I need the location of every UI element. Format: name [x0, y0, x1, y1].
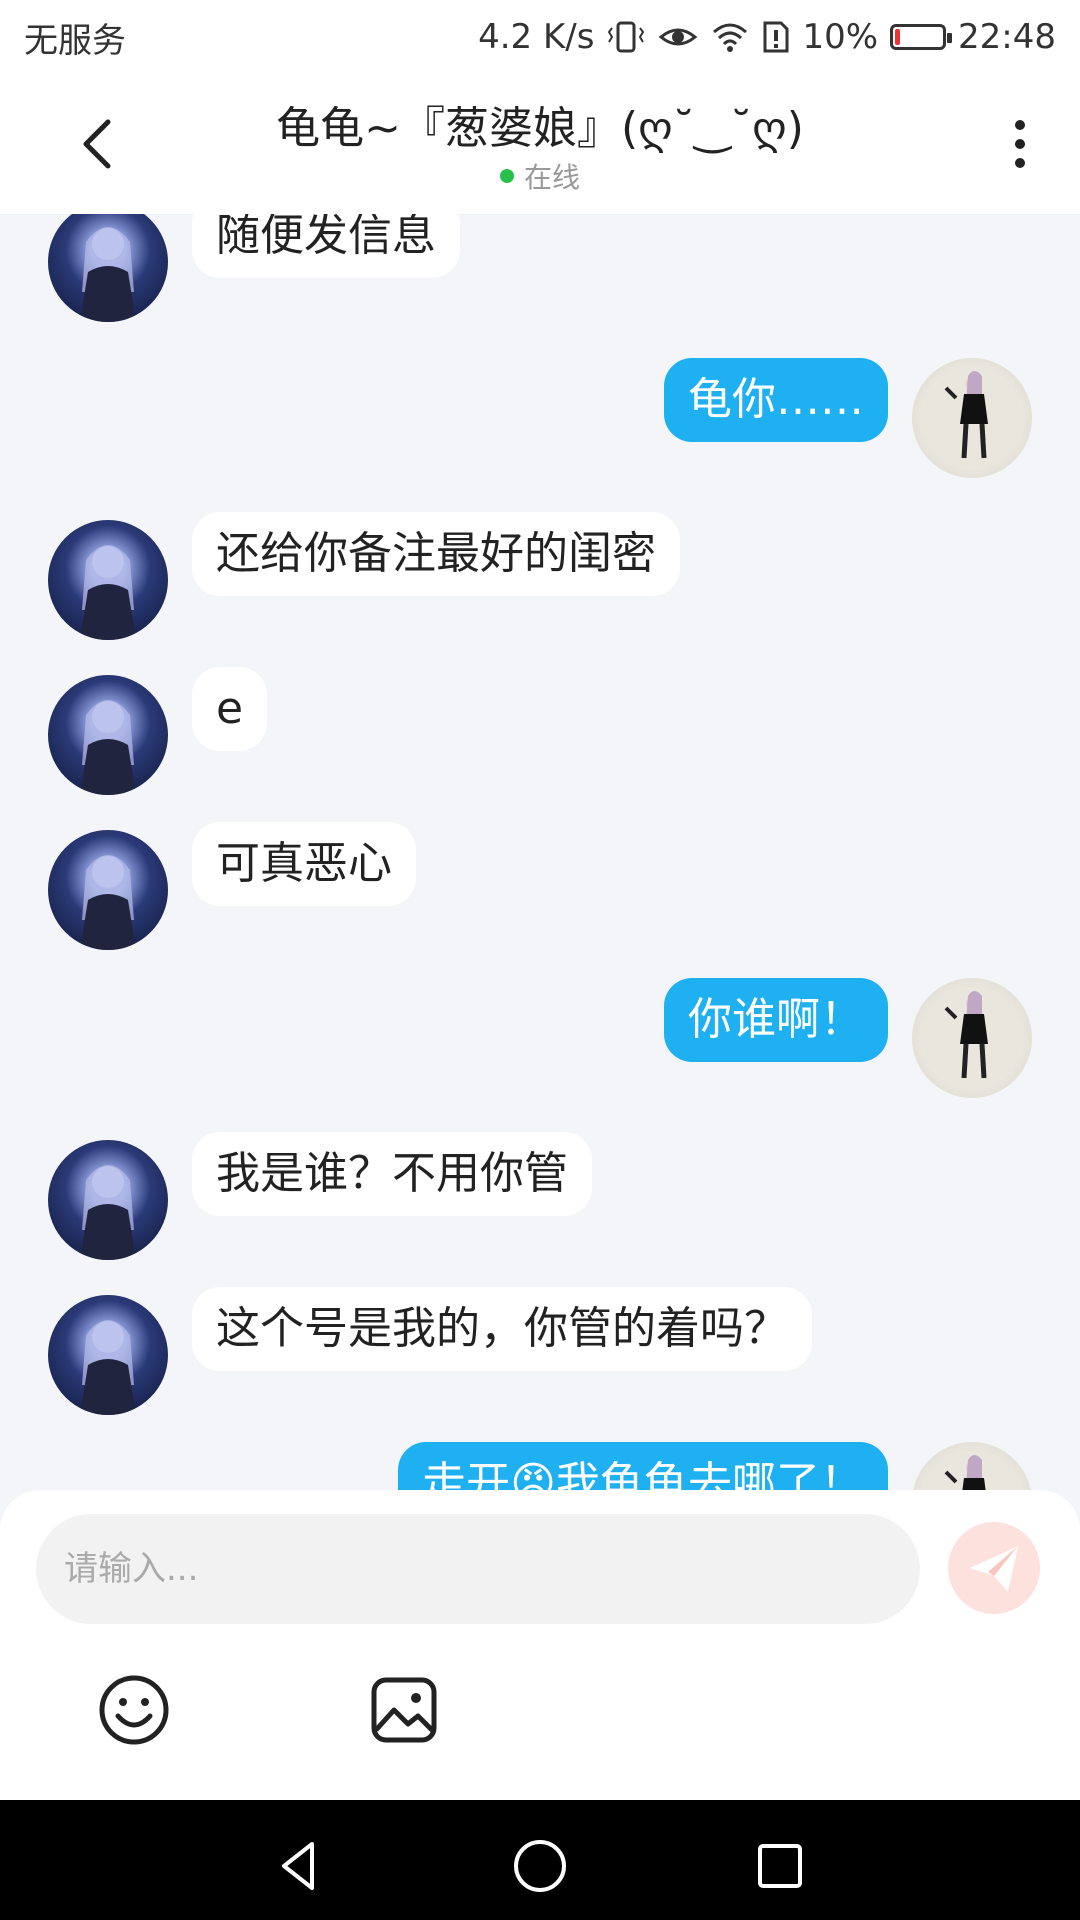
online-dot-icon — [499, 169, 514, 183]
nav-recents-button[interactable] — [750, 1836, 810, 1896]
contact-name: 龟龟~『葱婆娘』(ღ˘‿˘ღ) — [276, 103, 804, 154]
contact-avatar[interactable] — [48, 830, 168, 950]
more-options-button[interactable] — [990, 114, 1050, 174]
message-row: 龟你…… — [0, 358, 1080, 498]
online-status-label: 在线 — [523, 161, 580, 194]
contact-avatar[interactable] — [48, 520, 168, 640]
my-avatar[interactable] — [912, 978, 1032, 1098]
net-speed: 4.2 K/s — [478, 17, 595, 57]
message-bubble[interactable]: 你谁啊！ — [664, 978, 888, 1062]
message-bubble[interactable]: 还给你备注最好的闺密 — [192, 512, 680, 596]
contact-avatar[interactable] — [48, 675, 168, 795]
chat-header: 龟龟~『葱婆娘』(ღ˘‿˘ღ) 在线 — [0, 74, 1080, 215]
contact-avatar[interactable] — [48, 1295, 168, 1415]
nav-back-button[interactable] — [270, 1836, 330, 1896]
more-dot-icon — [1015, 139, 1025, 149]
nav-home-button[interactable] — [510, 1836, 570, 1896]
my-avatar[interactable] — [912, 358, 1032, 478]
sim-alert-icon — [763, 21, 789, 53]
more-dot-icon — [1015, 158, 1025, 168]
battery-icon — [890, 24, 953, 50]
square-recents-icon — [758, 1844, 802, 1888]
message-bubble[interactable]: 可真恶心 — [192, 822, 416, 906]
message-bubble[interactable]: 这个号是我的，你管的着吗？ — [192, 1287, 812, 1371]
message-bubble[interactable]: 走开😡我龟龟去哪了！ — [398, 1442, 888, 1490]
emoji-icon — [99, 1675, 169, 1745]
message-bubble[interactable]: 龟你…… — [664, 358, 888, 442]
status-icons: 4.2 K/s 10% 22:48 — [478, 17, 1056, 57]
message-bubble[interactable]: 我是谁？不用你管 — [192, 1132, 592, 1216]
online-status: 在线 — [0, 156, 1080, 196]
message-bubble[interactable]: 随便发信息 — [192, 214, 460, 278]
carrier-label: 无服务 — [24, 20, 126, 61]
system-nav-bar — [0, 1800, 1080, 1920]
send-button[interactable] — [948, 1522, 1040, 1614]
composer: 请输入... — [0, 1490, 1080, 1800]
contact-avatar[interactable] — [48, 214, 168, 322]
message-row: 这个号是我的，你管的着吗？ — [0, 1287, 1080, 1427]
message-bubble[interactable]: e — [192, 667, 268, 751]
contact-avatar[interactable] — [48, 1140, 168, 1260]
emoji-button[interactable] — [94, 1670, 174, 1750]
triangle-back-icon — [282, 1842, 314, 1890]
wifi-icon — [713, 23, 748, 52]
battery-percent: 10% — [802, 17, 879, 57]
message-row: 随便发信息 — [0, 214, 1080, 334]
my-avatar[interactable] — [912, 1442, 1032, 1490]
message-row: 你谁啊！ — [0, 978, 1080, 1118]
image-button[interactable] — [364, 1670, 444, 1750]
eye-icon — [659, 28, 698, 46]
clock: 22:48 — [958, 17, 1056, 57]
vibrate-icon — [608, 21, 645, 53]
message-input[interactable]: 请输入... — [36, 1514, 920, 1624]
message-row: 走开😡我龟龟去哪了！ — [0, 1442, 1080, 1490]
image-icon — [371, 1677, 437, 1743]
send-icon — [970, 1546, 1018, 1592]
message-row: 我是谁？不用你管 — [0, 1132, 1080, 1272]
message-row: e — [0, 667, 1080, 807]
message-row: 可真恶心 — [0, 822, 1080, 962]
more-dot-icon — [1015, 120, 1025, 130]
status-bar: 无服务 4.2 K/s 10% 22:48 — [0, 0, 1080, 74]
message-list[interactable]: 随便发信息 龟你…… 还给你备注最好的闺密 e 可真恶心 你谁啊！ 我是谁？不用… — [0, 214, 1080, 1490]
message-row: 还给你备注最好的闺密 — [0, 512, 1080, 652]
circle-home-icon — [514, 1840, 566, 1892]
